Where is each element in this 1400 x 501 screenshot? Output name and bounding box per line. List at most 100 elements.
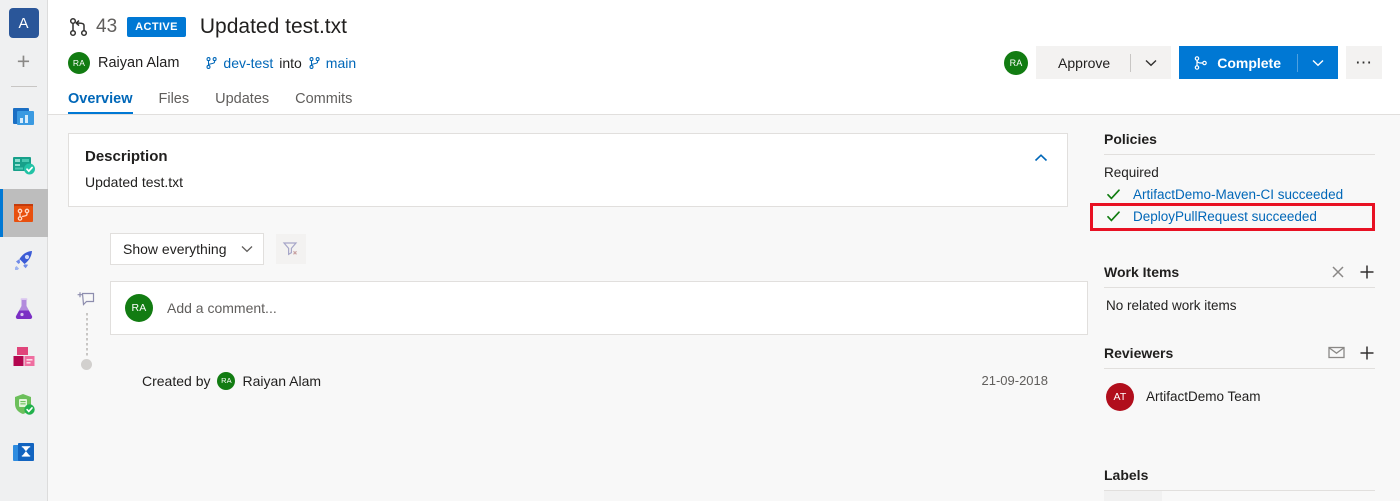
chevron-up-icon[interactable] xyxy=(1033,150,1049,166)
approve-dropdown-toggle[interactable] xyxy=(1131,59,1171,67)
description-card: Description Updated test.txt xyxy=(68,132,1068,207)
sidebar-item-security[interactable] xyxy=(0,381,48,429)
policies-divider xyxy=(1104,153,1375,155)
plus-icon[interactable] xyxy=(1359,264,1375,280)
header-action-bar: RA Approve Complete ⋯ xyxy=(1004,46,1382,79)
policies-required-label: Required xyxy=(1104,164,1159,180)
author-avatar[interactable]: RA xyxy=(68,52,90,74)
target-branch-link[interactable]: main xyxy=(326,55,356,71)
add-comment-box[interactable]: RA Add a comment... xyxy=(110,280,1088,335)
reviewer-avatar: AT xyxy=(1106,382,1134,411)
created-by-prefix: Created by xyxy=(142,372,211,389)
chevron-down-icon xyxy=(1145,59,1157,66)
reviewer-name: ArtifactDemo Team xyxy=(1146,389,1261,405)
reviewer-item[interactable]: AT ArtifactDemo Team xyxy=(1104,369,1375,411)
source-branch-link[interactable]: dev-test xyxy=(223,55,273,71)
description-heading: Description xyxy=(85,147,168,165)
tab-files[interactable]: Files xyxy=(159,91,190,114)
policy-item-deploy-pull-request[interactable]: DeployPullRequest succeeded xyxy=(1104,206,1375,228)
analytics-icon xyxy=(12,443,34,461)
approve-button-label: Approve xyxy=(1058,54,1111,71)
work-items-actions xyxy=(1331,264,1375,280)
approve-button[interactable]: Approve xyxy=(1036,46,1172,79)
work-items-empty-state: No related work items xyxy=(1106,297,1237,313)
discussion-filter-row: Show everything xyxy=(68,232,1090,265)
page-title: Updated test.txt xyxy=(199,15,347,38)
overview-icon xyxy=(12,108,34,125)
sidebar-item-pipelines[interactable] xyxy=(0,237,48,285)
organization-logo[interactable]: A xyxy=(8,8,39,38)
sidebar-item-repos[interactable] xyxy=(0,189,48,237)
description-body: Updated test.txt xyxy=(85,173,184,190)
policies-heading: Policies xyxy=(1104,130,1157,147)
sidebar-item-analytics[interactable] xyxy=(0,429,48,477)
pull-request-title-row: 43 ACTIVE Updated test.txt xyxy=(68,10,1400,44)
status-badge: ACTIVE xyxy=(127,17,186,37)
sidebar-item-test-plans[interactable] xyxy=(0,285,48,333)
plus-icon[interactable] xyxy=(1359,345,1375,361)
labels-heading: Labels xyxy=(1104,466,1149,483)
branch-icon-source xyxy=(206,57,218,69)
reviewers-header: Reviewers xyxy=(1104,345,1375,368)
branch-icon-target xyxy=(309,57,320,69)
author-avatar-initials: RA xyxy=(72,58,86,68)
current-user-avatar[interactable]: RA xyxy=(1004,50,1029,75)
close-icon[interactable] xyxy=(1331,265,1345,279)
created-by-name: Raiyan Alam xyxy=(242,372,322,389)
create-new-button[interactable]: + xyxy=(0,38,48,84)
test-plans-icon xyxy=(15,298,32,319)
policies-section: Policies Required ArtifactDemo-Maven-CI … xyxy=(1104,131,1375,228)
pull-request-page: A + 43 ACTIVE Updated test.txt RA Raiyan… xyxy=(0,0,1400,501)
sidebar-item-overview[interactable] xyxy=(0,93,48,141)
mail-icon[interactable] xyxy=(1328,346,1345,359)
comment-author-avatar: RA xyxy=(125,293,153,322)
reviewers-section: Reviewers AT ArtifactDemo Team xyxy=(1104,345,1375,411)
clear-filter-button[interactable] xyxy=(275,233,306,264)
created-date: 21-09-2018 xyxy=(981,373,1049,389)
artifacts-icon xyxy=(13,347,34,366)
filter-clear-icon xyxy=(282,242,298,256)
check-icon xyxy=(1107,211,1120,223)
boards-icon xyxy=(12,157,35,175)
current-user-initials: RA xyxy=(1009,57,1023,68)
into-label: into xyxy=(279,55,302,71)
policy-label: DeployPullRequest succeeded xyxy=(1133,209,1317,225)
repos-icon xyxy=(13,204,33,222)
created-by-initials: RA xyxy=(221,376,232,386)
reviewers-actions xyxy=(1328,345,1375,361)
check-icon xyxy=(1107,189,1120,201)
tab-overview[interactable]: Overview xyxy=(68,91,133,114)
complete-button[interactable]: Complete xyxy=(1179,46,1338,79)
timeline-connector xyxy=(86,312,88,357)
more-actions-button[interactable]: ⋯ xyxy=(1346,46,1382,79)
tab-updates[interactable]: Updates xyxy=(215,91,269,114)
pull-request-id: 43 xyxy=(96,16,118,37)
complete-dropdown-toggle[interactable] xyxy=(1298,59,1338,67)
reviewers-heading: Reviewers xyxy=(1104,344,1174,361)
reviewer-initials: AT xyxy=(1113,390,1127,403)
left-icon-rail: A + xyxy=(0,0,48,501)
policy-label: ArtifactDemo-Maven-CI succeeded xyxy=(1133,187,1344,203)
work-items-section: Work Items No related work items xyxy=(1104,264,1375,313)
add-label-button[interactable]: Add label xyxy=(1104,490,1163,501)
pipelines-icon xyxy=(14,251,32,270)
sidebar-item-boards[interactable] xyxy=(0,141,48,189)
labels-section: Labels Add label xyxy=(1104,467,1375,501)
sidebar-item-artifacts[interactable] xyxy=(0,333,48,381)
tab-commits[interactable]: Commits xyxy=(295,91,352,114)
work-items-heading: Work Items xyxy=(1104,263,1180,280)
comment-input-placeholder: Add a comment... xyxy=(167,299,277,316)
author-name: Raiyan Alam xyxy=(98,55,180,71)
security-icon xyxy=(14,394,35,415)
branch-summary: dev-test into main xyxy=(205,55,356,71)
complete-button-label: Complete xyxy=(1217,54,1281,71)
overview-center-column: Description Updated test.txt Show everyt… xyxy=(48,115,1090,501)
add-comment-icon xyxy=(77,292,95,306)
discussion-filter-dropdown[interactable]: Show everything xyxy=(110,232,264,265)
created-by-event: Created by RA Raiyan Alam 21-09-2018 xyxy=(110,371,1088,390)
chevron-down-icon xyxy=(241,245,253,253)
plus-icon: + xyxy=(16,47,31,74)
ellipsis-icon: ⋯ xyxy=(1355,52,1373,72)
policy-item-maven-ci[interactable]: ArtifactDemo-Maven-CI succeeded xyxy=(1104,184,1375,206)
pull-request-tabs: Overview Files Updates Commits xyxy=(68,84,1400,114)
